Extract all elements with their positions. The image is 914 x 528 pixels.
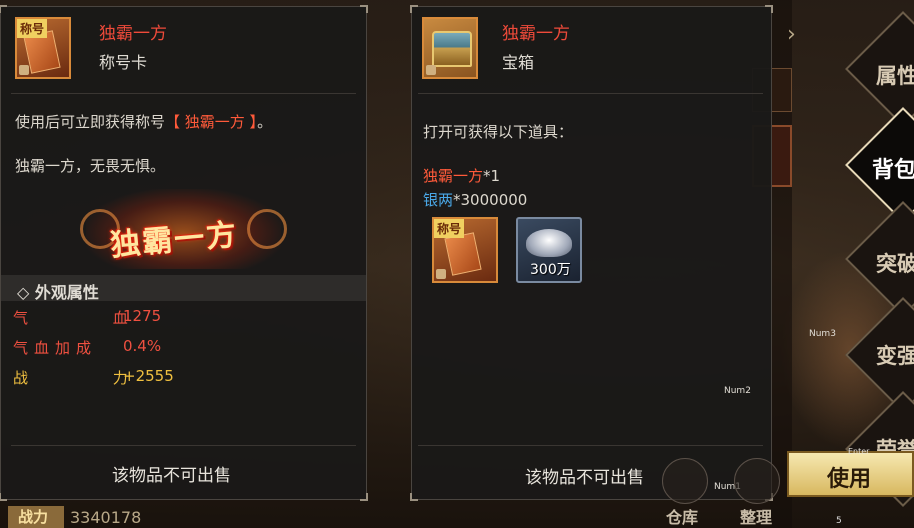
item-name: 独霸一方 bbox=[99, 24, 167, 44]
silver-ingot-icon[interactable]: 300万 bbox=[516, 217, 582, 283]
silver-amount: 300万 bbox=[530, 262, 571, 278]
open-reward-text: 打开可获得以下道具： bbox=[423, 123, 574, 141]
power-value: 3340178 bbox=[70, 508, 142, 527]
lock-icon bbox=[19, 65, 29, 75]
combat-power: 战力 3340178 bbox=[0, 506, 250, 528]
attribute-header: ◇ 外观属性 bbox=[1, 275, 366, 302]
item-name: 独霸一方 bbox=[502, 24, 570, 44]
reward-title-card-icon[interactable]: 称号 bbox=[432, 217, 498, 283]
tab-strengthen-label: 变强 bbox=[876, 343, 914, 368]
enter-hint: Enter bbox=[848, 447, 870, 456]
warehouse-icon[interactable] bbox=[662, 458, 708, 504]
not-sellable-text: 该物品不可出售 bbox=[525, 468, 644, 488]
title-banner-image: 独霸一方 bbox=[80, 189, 287, 269]
item-description: 使用后可立即获得称号【 独霸一方 】。 bbox=[15, 113, 273, 131]
footnote: 5 bbox=[836, 516, 842, 526]
hotkey-hint: Num2 bbox=[724, 386, 751, 396]
lock-icon bbox=[426, 65, 436, 75]
tab-attributes-label: 属性 bbox=[876, 63, 914, 88]
item-tooltip-title-card: 称号 独霸一方 称号卡 使用后可立即获得称号【 独霸一方 】。 独霸一方，无畏无… bbox=[0, 5, 368, 501]
title-tag: 称号 bbox=[17, 19, 48, 38]
item-flavor-text: 独霸一方，无畏无惧。 bbox=[15, 157, 166, 175]
item-type: 称号卡 bbox=[99, 53, 148, 72]
title-card-icon: 称号 bbox=[15, 17, 71, 79]
tab-bag-label: 背包 bbox=[872, 157, 914, 183]
not-sellable-text: 该物品不可出售 bbox=[112, 466, 231, 486]
item-tooltip-chest: 独霸一方 宝箱 打开可获得以下道具： 独霸一方*1 银两*3000000 称号 … bbox=[410, 5, 773, 501]
lock-icon bbox=[436, 269, 446, 279]
reward-line: 独霸一方*1 bbox=[423, 167, 501, 185]
hotkey-hint: Num3 bbox=[809, 329, 836, 339]
tab-breakthrough-label: 突破 bbox=[876, 251, 914, 276]
sort-icon[interactable] bbox=[734, 458, 780, 504]
sort-button[interactable]: 整理 bbox=[740, 504, 772, 528]
warehouse-button[interactable]: 仓库 bbox=[666, 504, 698, 528]
reward-line: 银两*3000000 bbox=[423, 191, 528, 209]
item-type: 宝箱 bbox=[502, 53, 535, 72]
power-label: 战力 bbox=[8, 506, 64, 528]
use-button[interactable]: 使用 bbox=[787, 451, 914, 497]
treasure-chest-icon bbox=[422, 17, 478, 79]
